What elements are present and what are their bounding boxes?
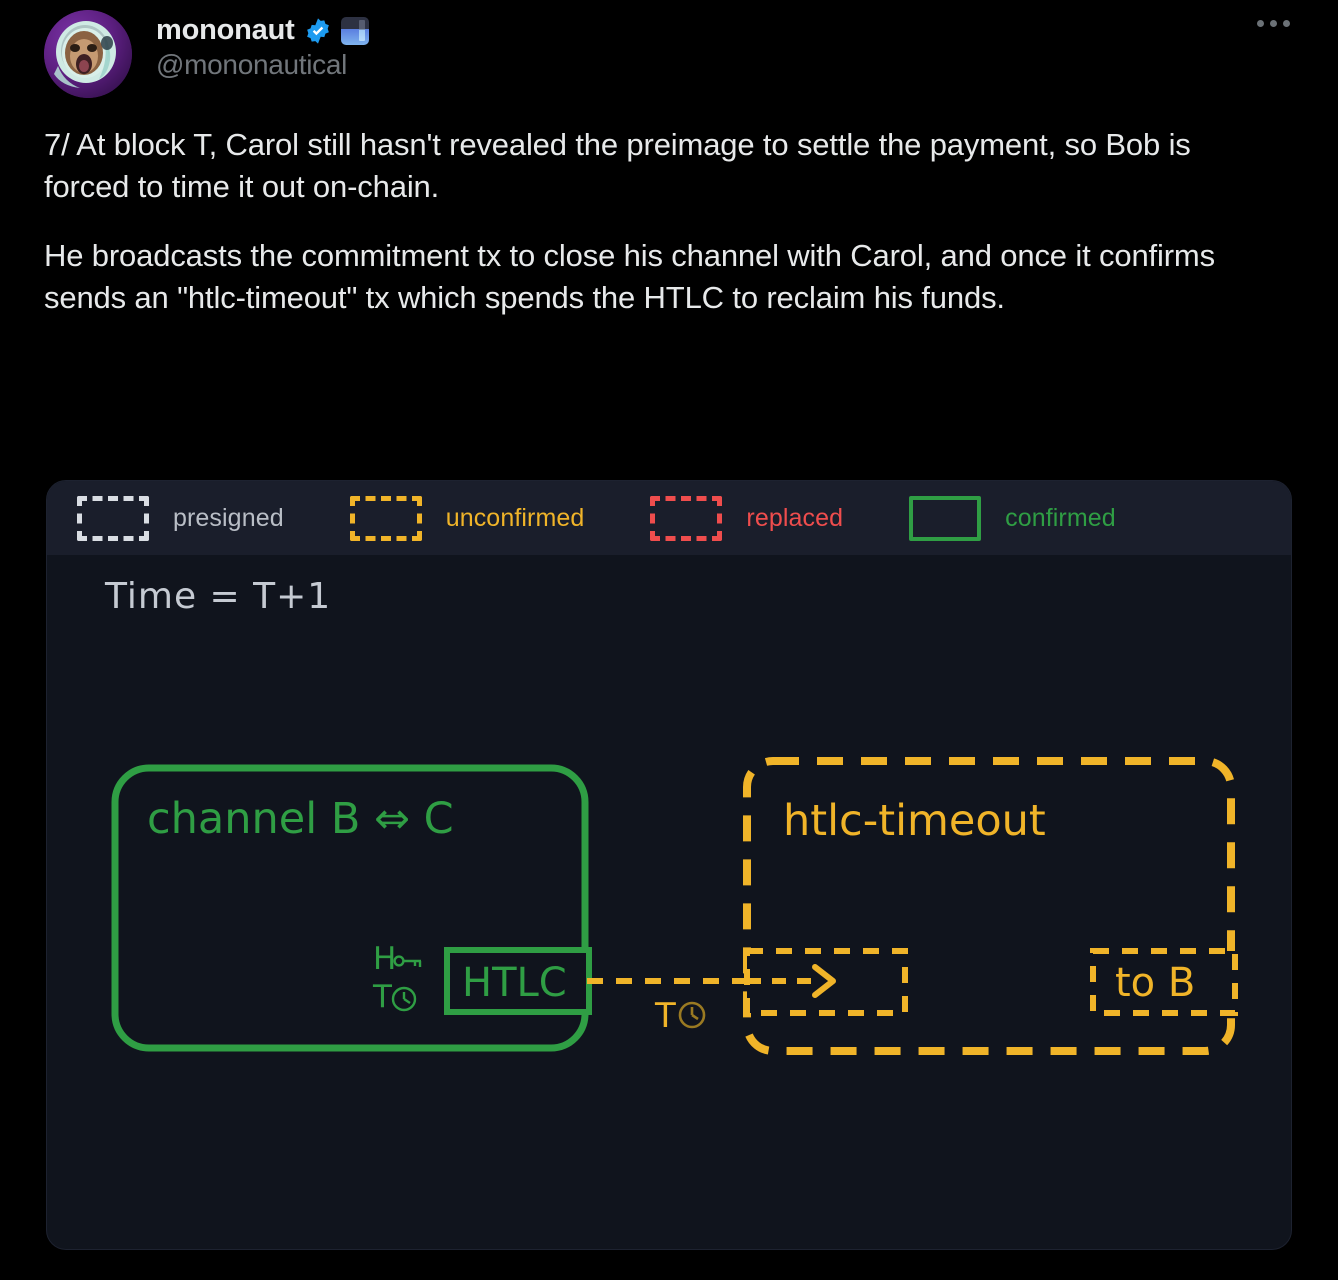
- legend-item-confirmed: confirmed: [909, 495, 1116, 541]
- legend-swatch-confirmed: [909, 495, 982, 541]
- legend-label-replaced: replaced: [746, 503, 844, 532]
- channel-box-title: channel B ⇔ C: [147, 794, 454, 844]
- blue-square-emoji: [340, 16, 369, 45]
- author-handle[interactable]: @mononautical: [156, 48, 369, 82]
- tweet-header: mononaut @mononautical: [0, 0, 1338, 110]
- legend-swatch-unconfirmed: [349, 495, 422, 541]
- tweet-paragraph-2: He broadcasts the commitment tx to close…: [44, 238, 1215, 315]
- tweet-paragraph-1: 7/ At block T, Carol still hasn't reveal…: [44, 127, 1191, 204]
- legend-item-presigned: presigned: [77, 495, 284, 541]
- display-name-row: mononaut: [156, 14, 369, 47]
- diagram-card[interactable]: presigned unconfirmed replaced confirmed…: [46, 480, 1292, 1250]
- legend-label-unconfirmed: unconfirmed: [445, 503, 585, 532]
- verified-check-icon: [306, 18, 329, 44]
- tweet-text: 7/ At block T, Carol still hasn't reveal…: [0, 110, 1338, 318]
- more-options-icon[interactable]: [1257, 20, 1290, 27]
- legend-label-presigned: presigned: [173, 503, 284, 532]
- display-name[interactable]: mononaut: [156, 14, 295, 47]
- legend-label-confirmed: confirmed: [1005, 503, 1116, 532]
- htlc-output-label: HTLC: [462, 960, 567, 1006]
- diagram-legend: presigned unconfirmed replaced confirmed: [47, 481, 1291, 555]
- timeout-input-border: [744, 948, 908, 1016]
- diagram-stage: channel B ⇔ C HTLC H T T htlc-timeout to…: [47, 555, 1291, 1249]
- htlc-conditions: H T: [372, 941, 422, 1015]
- timeout-output-label: to B: [1115, 960, 1195, 1006]
- key-icon: [393, 955, 422, 967]
- legend-item-replaced: replaced: [650, 495, 844, 541]
- clock-icon: [391, 986, 417, 1012]
- spend-arrow-clock-icon: [678, 1001, 706, 1029]
- htlc-output[interactable]: HTLC: [444, 947, 592, 1015]
- timeout-box-title: htlc-timeout: [783, 796, 1046, 846]
- spend-arrow-time-label: T: [654, 996, 676, 1036]
- avatar[interactable]: [44, 10, 132, 98]
- condition-time-label: T: [372, 979, 393, 1015]
- timeout-output-to-b[interactable]: to B: [1090, 948, 1238, 1016]
- author-name-block: mononaut @mononautical: [156, 10, 369, 82]
- spend-arrow: T: [587, 978, 747, 1036]
- legend-item-unconfirmed: unconfirmed: [349, 495, 585, 541]
- legend-swatch-replaced: [650, 495, 723, 541]
- condition-hash-label: H: [373, 941, 396, 977]
- timeout-input[interactable]: [744, 948, 908, 1016]
- legend-swatch-presigned: [77, 495, 149, 541]
